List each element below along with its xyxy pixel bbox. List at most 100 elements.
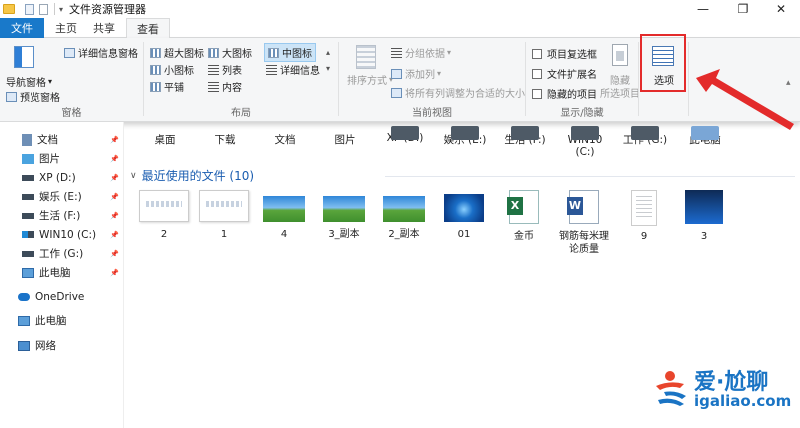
- file-extensions-toggle[interactable]: 文件扩展名: [532, 66, 597, 81]
- tab-view[interactable]: 查看: [126, 18, 170, 39]
- recent-file[interactable]: 2: [134, 190, 194, 241]
- image-thumbnail: [685, 190, 723, 224]
- layout-small-icons[interactable]: 小图标: [150, 62, 194, 77]
- pin-icon[interactable]: 📌: [110, 250, 119, 258]
- drive-icon: [391, 126, 419, 140]
- drive-icon: [22, 250, 34, 257]
- properties-icon[interactable]: [25, 3, 34, 15]
- nav-item-this-pc[interactable]: 此电脑: [0, 311, 124, 330]
- tab-file[interactable]: 文件: [0, 18, 44, 38]
- quick-folder[interactable]: 桌面: [137, 132, 193, 147]
- computer-icon: [18, 315, 30, 326]
- layout-medium-icons[interactable]: 中图标: [264, 43, 316, 62]
- quick-folder[interactable]: 下载: [197, 132, 253, 147]
- preview-pane-button[interactable]: 预览窗格: [6, 89, 60, 104]
- recent-file[interactable]: 9: [614, 190, 674, 243]
- maximize-button[interactable]: ❐: [728, 0, 758, 18]
- layout-extra-large-icons[interactable]: 超大图标: [150, 45, 204, 60]
- pin-icon[interactable]: 📌: [110, 193, 119, 201]
- details-pane-button[interactable]: 详细信息窗格: [64, 45, 138, 60]
- recent-file[interactable]: 钢筋每米理论质量: [551, 190, 617, 256]
- nav-item-this-pc-pinned[interactable]: 此电脑 📌: [0, 263, 124, 282]
- recent-file[interactable]: 2_副本: [374, 190, 434, 241]
- divider: [54, 3, 55, 15]
- drive-icon: [22, 193, 34, 200]
- pin-icon[interactable]: 📌: [110, 174, 119, 182]
- recent-file[interactable]: 3_副本: [314, 190, 374, 241]
- recent-file[interactable]: 1: [194, 190, 254, 241]
- quick-folder[interactable]: 工作 (G:): [617, 126, 673, 147]
- pin-icon[interactable]: 📌: [110, 155, 119, 163]
- nav-item-drive-d[interactable]: XP (D:) 📌: [0, 168, 124, 187]
- layout-list[interactable]: 列表: [208, 62, 242, 77]
- nav-item-onedrive[interactable]: OneDrive: [0, 287, 124, 306]
- pin-icon[interactable]: 📌: [110, 136, 119, 144]
- preview-pane-icon: [6, 91, 17, 102]
- layout-scroll-down[interactable]: ▾: [326, 64, 330, 73]
- add-columns-button[interactable]: 添加列 ▾: [391, 66, 441, 81]
- list-icon: [208, 64, 219, 75]
- layout-tiles[interactable]: 平铺: [150, 79, 184, 94]
- recent-files-header[interactable]: ∨ 最近使用的文件 (10): [130, 167, 254, 184]
- layout-content[interactable]: 内容: [208, 79, 242, 94]
- close-button[interactable]: ✕: [766, 0, 796, 18]
- watermark-logo: [656, 371, 686, 406]
- network-icon: [18, 340, 30, 351]
- quick-folder[interactable]: XP (D:): [377, 126, 433, 144]
- minimize-button[interactable]: —: [688, 0, 718, 18]
- pin-icon[interactable]: 📌: [110, 269, 119, 277]
- quick-folder[interactable]: 图片: [317, 132, 373, 147]
- layout-scroll-up[interactable]: ▴: [326, 48, 330, 57]
- recent-file[interactable]: 金币: [494, 190, 554, 243]
- layout-details[interactable]: 详细信息: [266, 62, 320, 77]
- image-thumbnail: [383, 196, 425, 222]
- cloud-icon: [18, 292, 30, 301]
- drive-icon: [631, 126, 659, 140]
- large-icons-icon: [208, 47, 219, 58]
- nav-item-network[interactable]: 网络: [0, 336, 124, 355]
- tab-share[interactable]: 共享: [86, 18, 122, 38]
- navigation-pane-button[interactable]: 导航窗格 ▾: [6, 74, 52, 89]
- tab-home[interactable]: 主页: [48, 18, 84, 38]
- chevron-down-icon[interactable]: ∨: [130, 171, 137, 181]
- pin-icon[interactable]: 📌: [110, 212, 119, 220]
- quick-folder[interactable]: 此电脑: [677, 126, 733, 147]
- group-label-current-view: 当前视图: [412, 108, 452, 119]
- new-folder-icon[interactable]: [39, 3, 48, 15]
- quick-folder[interactable]: 娱乐 (E:): [437, 126, 493, 147]
- nav-item-documents[interactable]: 文档 📌: [0, 130, 124, 149]
- layout-large-icons[interactable]: 大图标: [208, 45, 252, 60]
- hide-selected-sub-label: 所选项目: [600, 89, 640, 100]
- image-thumbnail: [323, 196, 365, 222]
- drive-icon: [22, 212, 34, 219]
- navigation-pane-icon[interactable]: [14, 46, 37, 68]
- item-checkboxes-toggle[interactable]: 项目复选框: [532, 46, 597, 61]
- recent-file[interactable]: 3: [674, 190, 734, 243]
- size-all-columns-button[interactable]: 将所有列调整为合适的大小: [391, 85, 525, 100]
- nav-item-drive-f[interactable]: 生活 (F:) 📌: [0, 206, 124, 225]
- drive-icon: [451, 126, 479, 140]
- quick-folder[interactable]: 文档: [257, 132, 313, 147]
- sort-by-button[interactable]: 排序方式 ▾: [347, 72, 393, 87]
- nav-item-drive-e[interactable]: 娱乐 (E:) 📌: [0, 187, 124, 206]
- sort-by-icon[interactable]: [356, 45, 379, 69]
- checkbox[interactable]: [532, 48, 542, 59]
- group-by-button[interactable]: 分组依据 ▾: [391, 45, 451, 60]
- hide-selected-icon[interactable]: [612, 44, 631, 66]
- quick-folder[interactable]: 生活 (F:): [497, 126, 553, 147]
- checkbox[interactable]: [532, 68, 542, 79]
- recent-file[interactable]: 01: [434, 190, 494, 241]
- nav-item-pictures[interactable]: 图片 📌: [0, 149, 124, 168]
- computer-icon: [691, 126, 719, 140]
- nav-item-drive-c[interactable]: WIN10 (C:) 📌: [0, 225, 124, 244]
- small-icons-icon: [150, 64, 161, 75]
- hidden-items-toggle[interactable]: 隐藏的项目: [532, 86, 597, 101]
- chevron-down-icon[interactable]: ▾: [59, 5, 63, 14]
- drive-icon: [571, 126, 599, 140]
- pin-icon[interactable]: 📌: [110, 231, 119, 239]
- checkbox[interactable]: [532, 88, 542, 99]
- recent-file[interactable]: 4: [254, 190, 314, 241]
- quick-folder[interactable]: WIN10 (C:): [557, 126, 613, 158]
- drive-icon: [511, 126, 539, 140]
- nav-item-drive-g[interactable]: 工作 (G:) 📌: [0, 244, 124, 263]
